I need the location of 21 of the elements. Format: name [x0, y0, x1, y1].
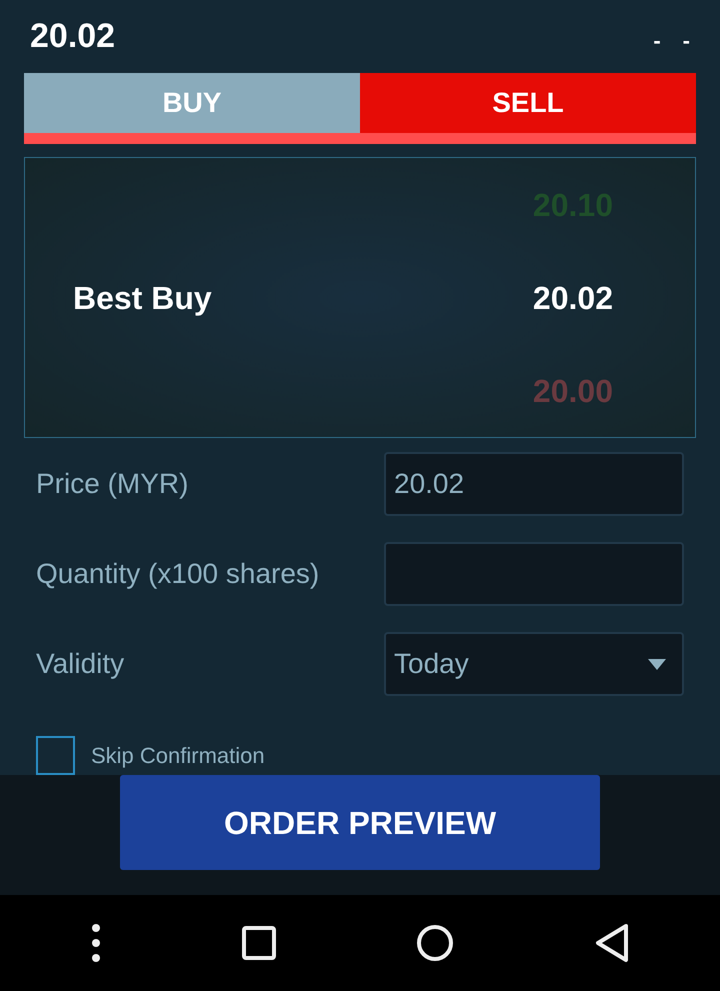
- order-preview-button[interactable]: ORDER PREVIEW: [120, 775, 600, 870]
- change-value: -: [653, 27, 661, 56]
- best-buy-label: Best Buy: [73, 278, 213, 318]
- home-icon[interactable]: [416, 924, 454, 962]
- order-book-price: 20.00: [532, 372, 613, 411]
- input-field[interactable]: 20.02: [384, 452, 684, 516]
- input-field[interactable]: [384, 542, 684, 606]
- field-label: Quantity (x100 shares): [36, 557, 320, 591]
- validity-dropdown[interactable]: Today: [384, 632, 684, 696]
- checkbox[interactable]: [36, 736, 75, 775]
- order-side-tab[interactable]: SELL: [360, 73, 696, 134]
- last-price: 20.02: [30, 16, 116, 58]
- back-icon[interactable]: [594, 923, 630, 963]
- field-label: Price (MYR): [36, 467, 188, 501]
- recent-apps-icon[interactable]: [242, 926, 276, 960]
- checkbox-label: Skip Confirmation: [91, 742, 265, 770]
- dropdown-caret-icon: [648, 658, 666, 670]
- more-options-icon[interactable]: [90, 923, 102, 963]
- order-book-price: 20.02: [532, 278, 613, 318]
- change-percent: -: [682, 27, 690, 56]
- field-label: Validity: [36, 647, 124, 681]
